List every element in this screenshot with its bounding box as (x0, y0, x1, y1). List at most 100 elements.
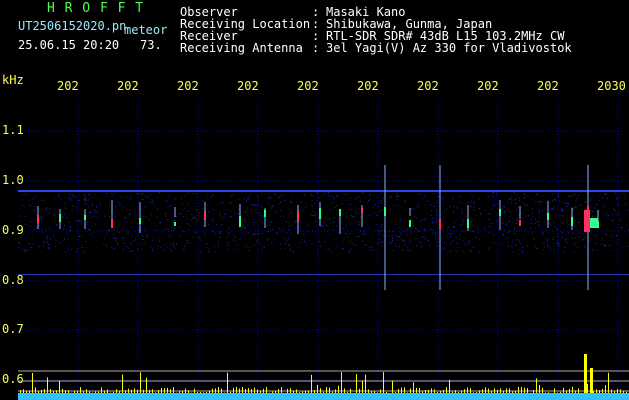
noise-dot (440, 232, 442, 234)
noise-dot (172, 244, 174, 246)
noise-dot (433, 234, 435, 236)
noise-dot (539, 216, 540, 218)
noise-dot (418, 202, 420, 204)
histogram-bar (95, 391, 96, 393)
histogram-bar (344, 388, 345, 393)
noise-dot (359, 200, 361, 202)
noise-dot (453, 226, 455, 228)
noise-dot (470, 221, 472, 223)
histogram-bar (113, 391, 114, 393)
noise-dot (52, 235, 54, 237)
noise-dot (580, 192, 582, 194)
noise-dot (227, 245, 229, 246)
noise-dot (87, 222, 89, 224)
noise-dot (598, 200, 600, 201)
noise-dot (363, 192, 364, 194)
noise-dot (228, 227, 230, 229)
noise-dot (130, 242, 132, 244)
noise-dot (341, 198, 343, 200)
histogram-bar (200, 392, 201, 393)
noise-dot (435, 220, 437, 222)
noise-dot (18, 247, 19, 249)
noise-dot (607, 218, 609, 220)
noise-dot (262, 215, 264, 217)
noise-dot (258, 203, 260, 205)
noise-dot (356, 221, 358, 223)
histogram-bar (458, 392, 459, 393)
histogram-bar (188, 390, 189, 393)
noise-dot (39, 219, 41, 221)
noise-dot (104, 237, 106, 239)
noise-dot (208, 211, 210, 213)
noise-dot (421, 198, 423, 200)
noise-dot (256, 241, 258, 243)
noise-dot (534, 222, 536, 224)
noise-dot (118, 202, 120, 204)
noise-dot (484, 228, 486, 230)
histogram-bar (98, 391, 99, 393)
noise-dot (171, 227, 173, 229)
noise-dot (616, 198, 618, 200)
noise-dot (130, 214, 131, 215)
noise-dot (395, 245, 397, 247)
noise-dot (115, 227, 117, 228)
noise-dot (228, 216, 230, 218)
noise-dot (344, 193, 346, 195)
noise-dot (435, 232, 437, 234)
noise-dot (212, 230, 214, 232)
noise-dot (516, 209, 517, 211)
histogram-bar (278, 389, 279, 393)
noise-dot (551, 208, 553, 210)
noise-dot (70, 226, 71, 228)
noise-dot (358, 208, 360, 209)
noise-dot (519, 249, 521, 251)
noise-dot (410, 232, 412, 234)
noise-dot (216, 224, 217, 226)
noise-dot (445, 234, 447, 236)
noise-dot (573, 219, 575, 221)
noise-dot (219, 213, 221, 215)
noise-dot (237, 212, 239, 214)
noise-dot (315, 212, 317, 214)
noise-dot (88, 221, 90, 223)
noise-dot (46, 238, 48, 240)
noise-dot (382, 241, 384, 243)
noise-dot (521, 250, 523, 251)
noise-dot (289, 250, 291, 252)
noise-dot (341, 237, 343, 239)
noise-dot (606, 194, 608, 196)
noise-dot (538, 210, 540, 212)
histogram-bar (218, 387, 219, 393)
noise-dot (324, 217, 326, 219)
noise-dot (551, 193, 553, 195)
noise-dot (565, 241, 567, 243)
noise-dot (522, 252, 524, 253)
noise-dot (595, 242, 597, 244)
noise-dot (169, 204, 171, 206)
noise-dot (329, 219, 331, 220)
noise-dot (458, 238, 460, 240)
noise-dot (503, 229, 505, 231)
noise-dot (507, 231, 509, 233)
noise-dot (345, 216, 347, 218)
noise-dot (415, 228, 417, 230)
noise-dot (563, 223, 565, 225)
noise-dot (236, 243, 238, 245)
noise-dot (287, 238, 289, 240)
histogram-bar (467, 387, 468, 393)
noise-dot (362, 240, 364, 242)
noise-dot (115, 205, 117, 207)
noise-dot (561, 235, 563, 237)
noise-dot (382, 234, 384, 236)
histogram-bar (263, 388, 264, 393)
noise-dot (75, 251, 77, 253)
noise-dot (415, 227, 417, 229)
noise-dot (381, 245, 383, 247)
noise-dot (427, 240, 429, 241)
noise-dot (590, 231, 592, 233)
noise-dot (167, 195, 169, 197)
noise-dot (43, 241, 45, 243)
noise-dot (538, 226, 540, 228)
histogram-bar (230, 391, 231, 393)
noise-dot (212, 194, 214, 196)
